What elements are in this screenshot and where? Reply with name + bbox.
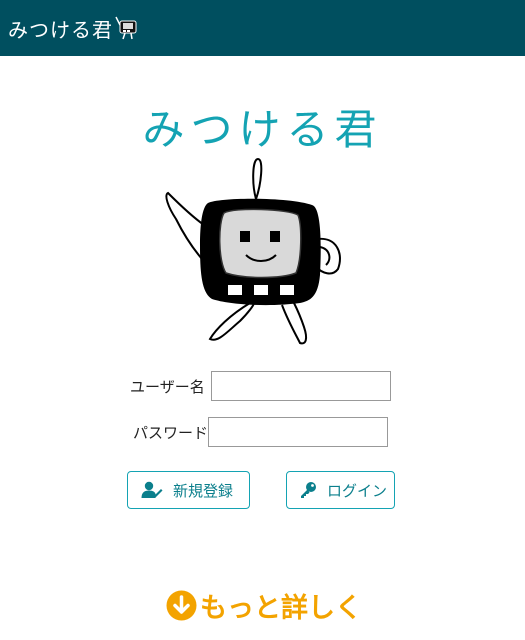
arrow-circle-down-icon bbox=[166, 590, 197, 621]
register-button-label: 新規登録 bbox=[173, 481, 234, 500]
username-label: ユーザー名 bbox=[130, 378, 205, 396]
mascot-illustration bbox=[160, 155, 350, 354]
login-button[interactable]: ログイン bbox=[286, 471, 395, 509]
more-details-link[interactable]: もっと詳しく bbox=[166, 586, 362, 625]
password-label: パスワード bbox=[133, 424, 209, 442]
register-button[interactable]: 新規登録 bbox=[127, 471, 250, 509]
login-button-label: ログイン bbox=[327, 481, 388, 500]
page-title: みつける君 bbox=[142, 105, 383, 154]
app-header: みつける君 bbox=[0, 0, 525, 56]
header-mascot-icon bbox=[114, 15, 142, 45]
password-input[interactable] bbox=[208, 417, 388, 447]
key-icon bbox=[299, 481, 317, 499]
add-user-icon bbox=[141, 481, 163, 499]
header-logo-text[interactable]: みつける君 bbox=[8, 14, 113, 43]
username-input[interactable] bbox=[211, 371, 391, 401]
more-details-label: もっと詳しく bbox=[200, 593, 362, 624]
